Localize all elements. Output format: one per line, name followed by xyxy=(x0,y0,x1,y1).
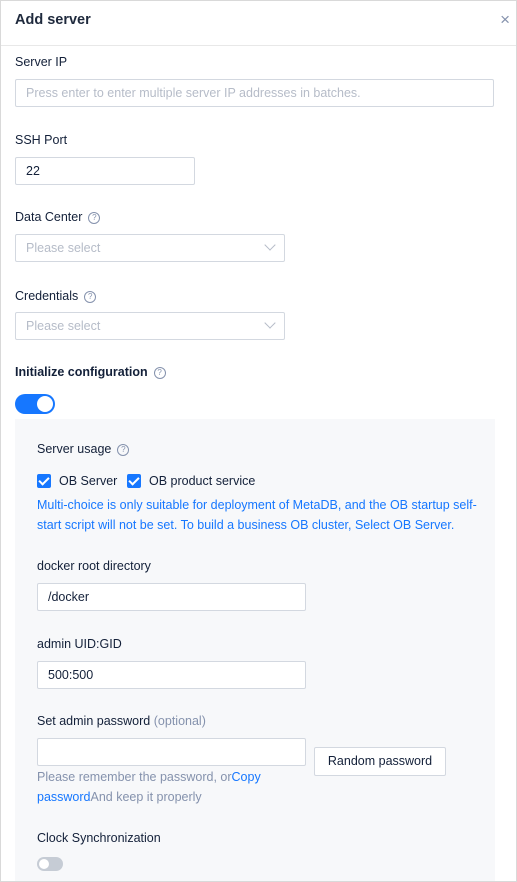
drawer-header: Add server × xyxy=(1,1,516,46)
admin-password-label: Set admin password (optional) xyxy=(37,714,206,728)
admin-password-input[interactable] xyxy=(37,738,306,766)
admin-uid-label: admin UID:GID xyxy=(37,637,122,651)
random-password-button[interactable]: Random password xyxy=(314,747,446,776)
optional-tag: (optional) xyxy=(153,714,206,728)
chevron-down-icon xyxy=(264,239,276,251)
data-center-placeholder: Please select xyxy=(26,241,101,255)
server-ip-label: Server IP xyxy=(15,55,68,69)
drawer-title: Add server xyxy=(15,12,91,28)
ssh-port-input[interactable]: 22 xyxy=(15,157,195,185)
admin-password-hint: Please remember the password, orCopy pas… xyxy=(37,767,277,807)
server-usage-label: Server usage? xyxy=(37,442,130,456)
data-center-label: Data Center? xyxy=(15,210,101,224)
ob-product-service-checkbox[interactable] xyxy=(127,474,141,488)
toggle-knob xyxy=(39,859,49,869)
ob-product-service-checkbox-label[interactable]: OB product service xyxy=(149,474,255,488)
docker-root-label: docker root directory xyxy=(37,559,151,573)
admin-uid-input[interactable]: 500:500 xyxy=(37,661,306,689)
server-usage-label-text: Server usage xyxy=(37,442,112,456)
credentials-label: Credentials? xyxy=(15,289,97,303)
init-config-label: Initialize configuration? xyxy=(15,365,166,379)
admin-password-label-text: Set admin password xyxy=(37,714,151,728)
init-config-label-text: Initialize configuration xyxy=(15,365,148,379)
data-center-select[interactable]: Please select xyxy=(15,234,285,262)
docker-root-input[interactable]: /docker xyxy=(37,583,306,611)
ob-server-checkbox-label[interactable]: OB Server xyxy=(59,474,117,488)
credentials-placeholder: Please select xyxy=(26,319,101,333)
data-center-label-text: Data Center xyxy=(15,210,83,224)
credentials-select[interactable]: Please select xyxy=(15,312,285,340)
server-ip-input[interactable]: Press enter to enter multiple server IP … xyxy=(15,79,494,107)
init-config-toggle[interactable] xyxy=(15,394,55,414)
close-icon[interactable]: × xyxy=(500,10,510,30)
add-server-drawer: Add server × Server IP Press enter to en… xyxy=(0,0,517,882)
toggle-knob xyxy=(37,396,53,412)
server-usage-note: Multi-choice is only suitable for deploy… xyxy=(37,498,477,532)
chevron-down-icon xyxy=(264,317,276,329)
help-icon[interactable]: ? xyxy=(117,444,130,456)
credentials-label-text: Credentials xyxy=(15,289,79,303)
clock-sync-toggle[interactable] xyxy=(37,857,63,871)
help-icon[interactable]: ? xyxy=(84,291,97,303)
hint-prefix: Please remember the password, or xyxy=(37,770,232,784)
hint-suffix: And keep it properly xyxy=(90,790,202,804)
clock-sync-label: Clock Synchronization xyxy=(37,831,161,845)
ob-server-checkbox[interactable] xyxy=(37,474,51,488)
help-icon[interactable]: ? xyxy=(153,367,166,379)
ssh-port-label: SSH Port xyxy=(15,133,68,147)
help-icon[interactable]: ? xyxy=(88,212,101,224)
